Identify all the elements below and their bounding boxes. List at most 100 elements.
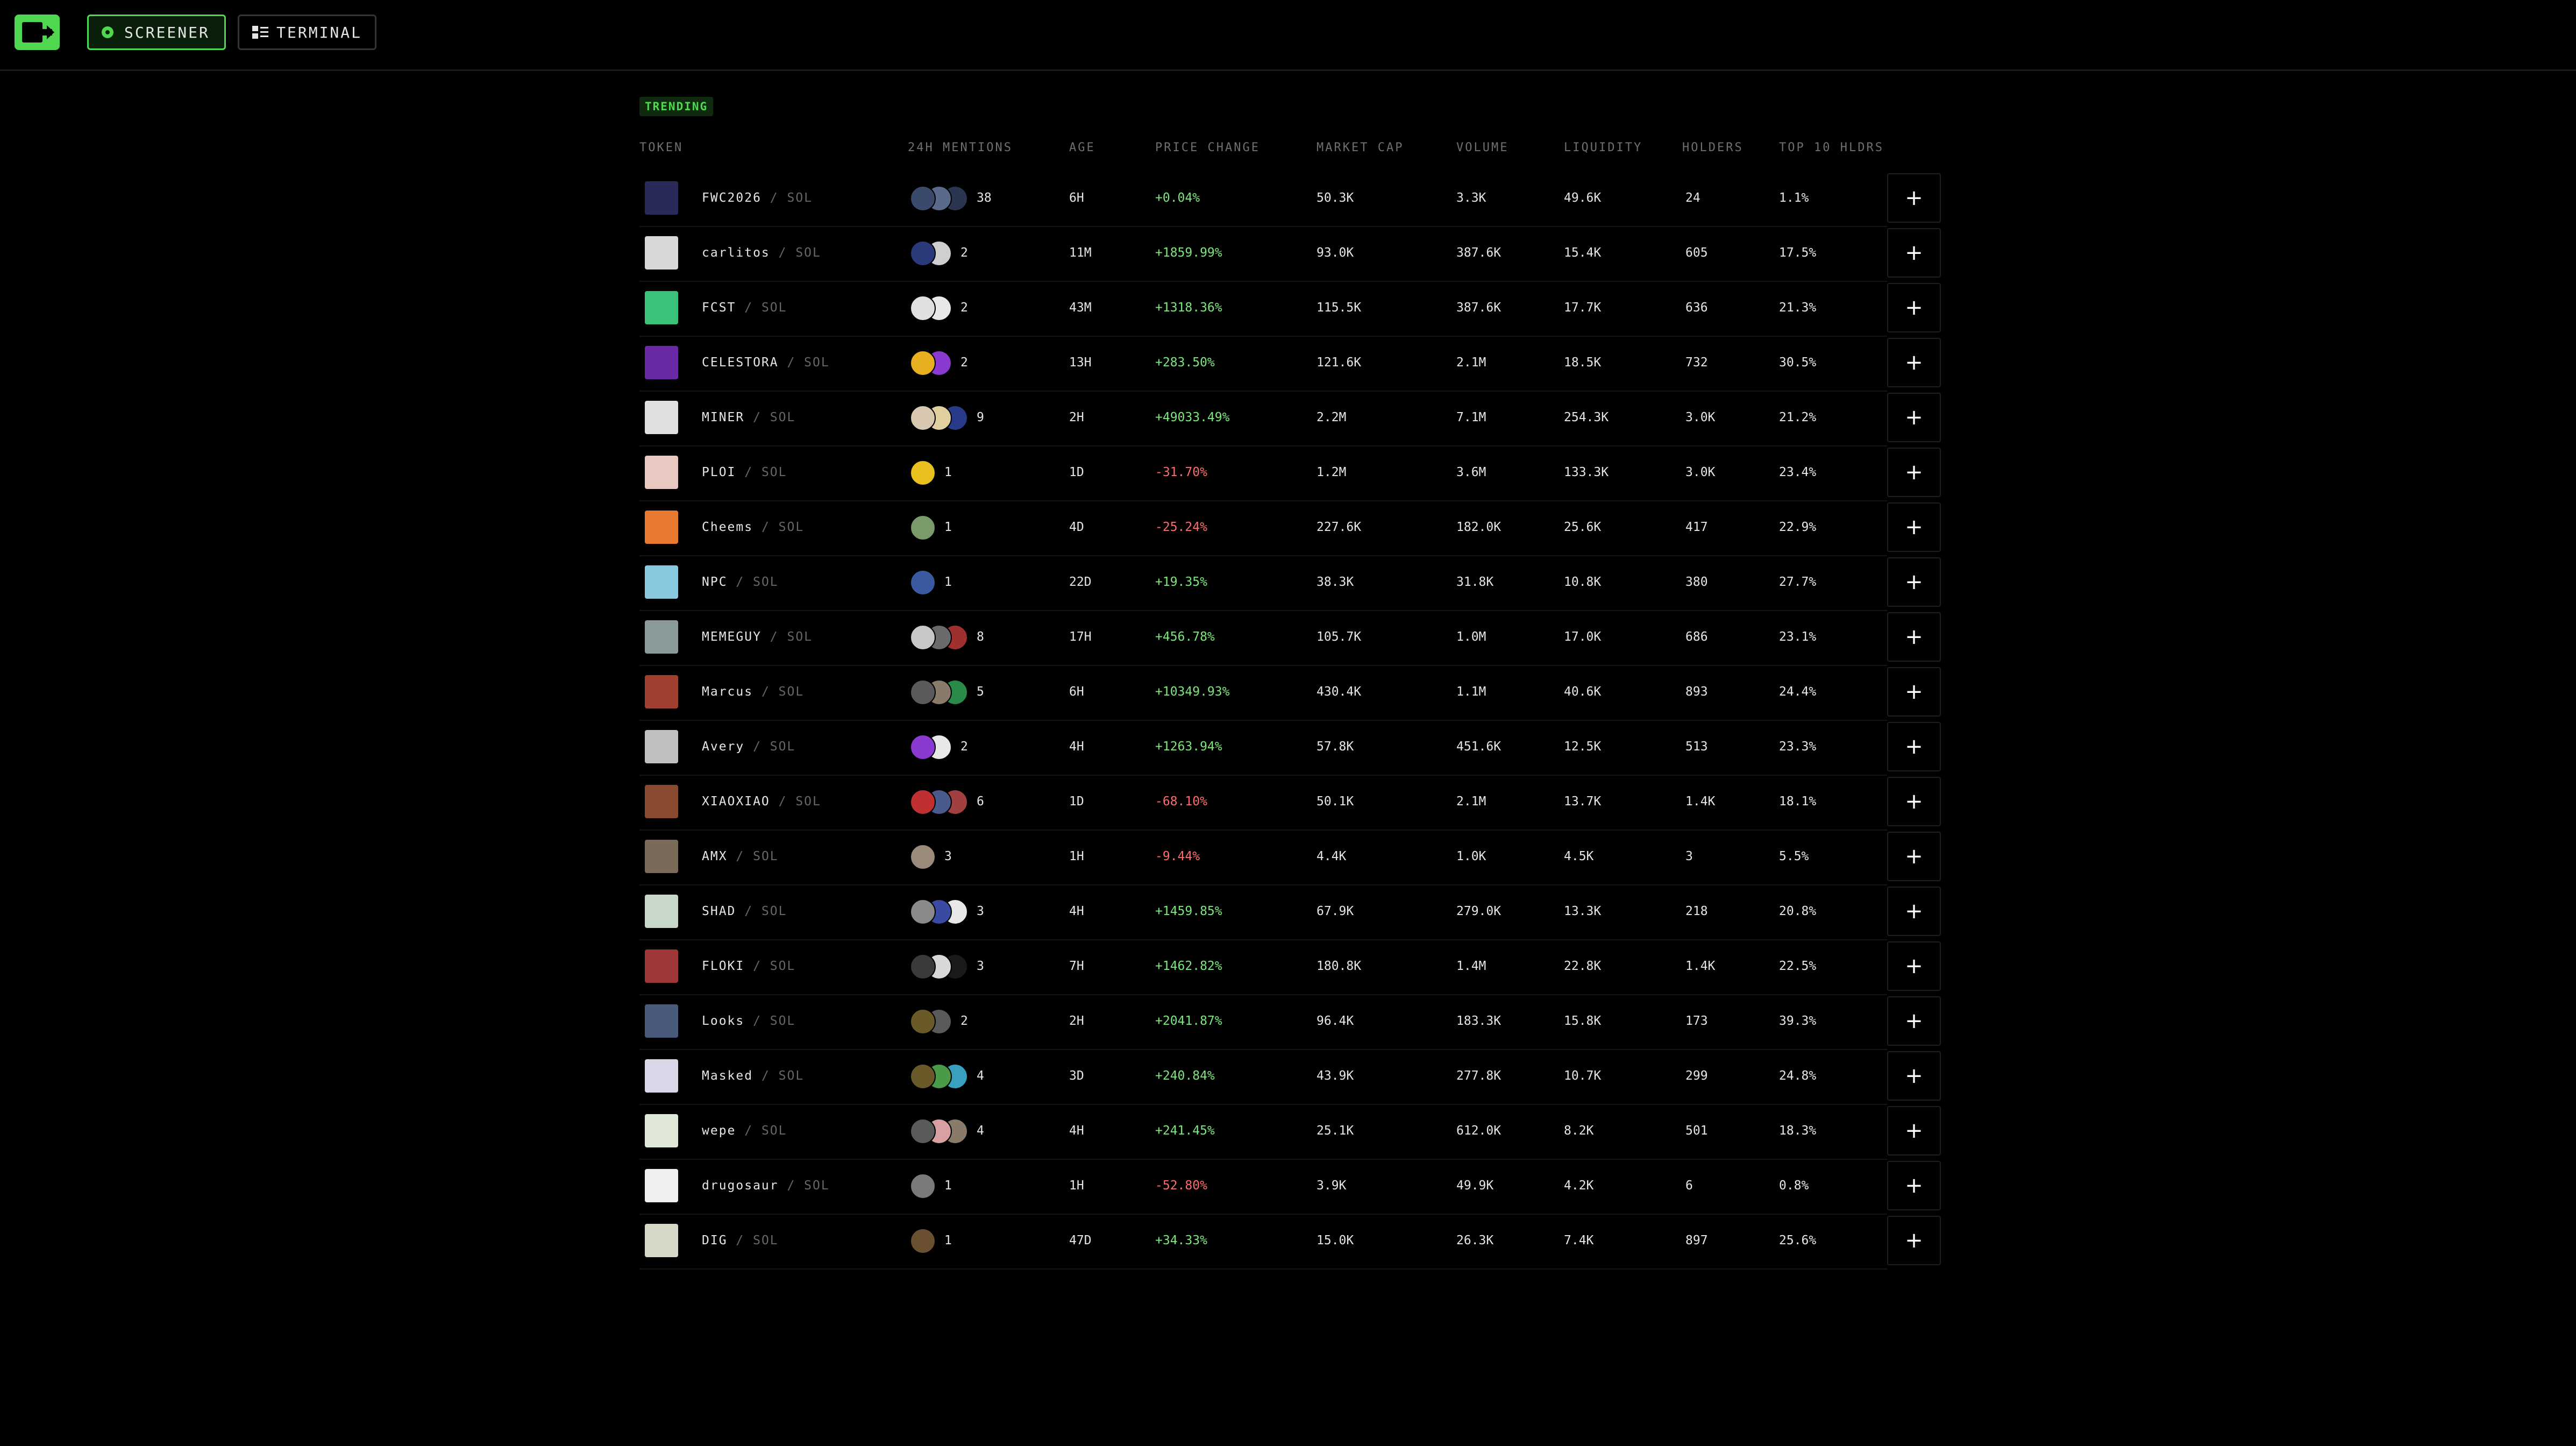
token-chain: SOL bbox=[753, 849, 779, 863]
mentions-count: 5 bbox=[977, 685, 984, 699]
token-name[interactable]: carlitos / SOL bbox=[702, 227, 821, 279]
add-button[interactable]: + bbox=[1887, 1216, 1941, 1265]
liquidity-cell: 17.7K bbox=[1564, 301, 1602, 315]
table-row[interactable]: AMX / SOL 3 1H -9.44% 4.4K 1.0K 4.5K 3 5.5% + bbox=[0, 831, 2576, 885]
add-button[interactable]: + bbox=[1887, 941, 1941, 991]
app-logo-icon[interactable] bbox=[15, 15, 60, 50]
table-row[interactable]: DIG / SOL 1 47D +34.33% 15.0K 26.3K 7.4K 897 25.… bbox=[0, 1215, 2576, 1270]
add-button[interactable]: + bbox=[1887, 612, 1941, 662]
table-row[interactable]: PLOI / SOL 1 1D -31.70% 1.2M 3.6M 133.3K 3.0K 23… bbox=[0, 446, 2576, 501]
table-row[interactable]: Looks / SOL 2 2H +2041.87% 96.4K 183.3K 15.8K 1… bbox=[0, 995, 2576, 1050]
avatar bbox=[910, 350, 936, 376]
volume-cell: 26.3K bbox=[1456, 1234, 1494, 1247]
table-row[interactable]: XIAOXIAO / SOL 6 1D -68.10% 50.1K 2.1M 13.7K 1.… bbox=[0, 776, 2576, 831]
volume-cell: 387.6K bbox=[1456, 246, 1502, 260]
avatar bbox=[910, 186, 936, 211]
token-name[interactable]: PLOI / SOL bbox=[702, 446, 787, 498]
add-button[interactable]: + bbox=[1887, 448, 1941, 497]
column-header-mentions[interactable]: 24H MENTIONS bbox=[908, 141, 1013, 154]
column-header-top10[interactable]: TOP 10 HLDRS bbox=[1779, 141, 1884, 154]
add-button[interactable]: + bbox=[1887, 1161, 1941, 1210]
token-name[interactable]: MINER / SOL bbox=[702, 392, 795, 443]
add-button[interactable]: + bbox=[1887, 996, 1941, 1046]
volume-cell: 2.1M bbox=[1456, 795, 1486, 809]
token-name[interactable]: XIAOXIAO / SOL bbox=[702, 776, 821, 827]
table-row[interactable]: wepe / SOL 4 4H +241.45% 25.1K 612.0K 8.2K 501 1… bbox=[0, 1105, 2576, 1160]
price-change-cell: +0.04% bbox=[1155, 191, 1200, 205]
table-row[interactable]: MINER / SOL 9 2H +49033.49% 2.2M 7.1M 254.3K 3.… bbox=[0, 392, 2576, 446]
token-chain: SOL bbox=[761, 904, 787, 918]
token-symbol: XIAOXIAO bbox=[702, 795, 770, 809]
add-button[interactable]: + bbox=[1887, 338, 1941, 387]
token-image bbox=[645, 675, 678, 708]
token-name[interactable]: Masked / SOL bbox=[702, 1050, 804, 1102]
add-button[interactable]: + bbox=[1887, 1051, 1941, 1101]
token-name[interactable]: SHAD / SOL bbox=[702, 885, 787, 937]
table-row[interactable]: CELESTORA / SOL 2 13H +283.50% 121.6K 2.1M 18.… bbox=[0, 337, 2576, 392]
add-button[interactable]: + bbox=[1887, 393, 1941, 442]
column-header-liquidity[interactable]: LIQUIDITY bbox=[1564, 141, 1642, 154]
token-name[interactable]: FLOKI / SOL bbox=[702, 940, 795, 992]
token-name[interactable]: FWC2026 / SOL bbox=[702, 172, 813, 224]
top10-cell: 1.1% bbox=[1779, 191, 1809, 205]
add-button[interactable]: + bbox=[1887, 722, 1941, 771]
avatar bbox=[910, 789, 936, 815]
add-button[interactable]: + bbox=[1887, 557, 1941, 607]
table-row[interactable]: drugosaur / SOL 1 1H -52.80% 3.9K 49.9K 4.2K 6 0… bbox=[0, 1160, 2576, 1215]
table-row[interactable]: NPC / SOL 1 22D +19.35% 38.3K 31.8K 10.8K 380 27… bbox=[0, 556, 2576, 611]
add-button[interactable]: + bbox=[1887, 777, 1941, 826]
table-row[interactable]: carlitos / SOL 2 11M +1859.99% 93.0K 387.6K 15… bbox=[0, 227, 2576, 282]
table-row[interactable]: FLOKI / SOL 3 7H +1462.82% 180.8K 1.4M 22.8K 1.… bbox=[0, 940, 2576, 995]
column-header-price-change[interactable]: PRICE CHANGE bbox=[1155, 141, 1260, 154]
add-button[interactable]: + bbox=[1887, 283, 1941, 332]
market-cap-cell: 38.3K bbox=[1317, 575, 1354, 589]
add-button[interactable]: + bbox=[1887, 1106, 1941, 1156]
holders-cell: 732 bbox=[1685, 356, 1708, 370]
table-row[interactable]: FCST / SOL 2 43M +1318.36% 115.5K 387.6K 17.7K… bbox=[0, 282, 2576, 337]
column-header-volume[interactable]: VOLUME bbox=[1456, 141, 1508, 154]
token-name[interactable]: Cheems / SOL bbox=[702, 501, 804, 553]
add-button[interactable]: + bbox=[1887, 173, 1941, 223]
token-name[interactable]: wepe / SOL bbox=[702, 1105, 787, 1157]
token-symbol: MINER bbox=[702, 410, 745, 424]
liquidity-cell: 12.5K bbox=[1564, 740, 1602, 754]
mentions-count: 8 bbox=[977, 630, 984, 644]
table-row[interactable]: SHAD / SOL 3 4H +1459.85% 67.9K 279.0K 13.3K 21… bbox=[0, 885, 2576, 940]
add-button[interactable]: + bbox=[1887, 502, 1941, 552]
table-row[interactable]: FWC2026 / SOL 38 6H +0.04% 50.3K 3.3K 49.6K 24 1… bbox=[0, 172, 2576, 227]
table-row[interactable]: Cheems / SOL 1 4D -25.24% 227.6K 182.0K 25.6K 4… bbox=[0, 501, 2576, 556]
column-header-holders[interactable]: HOLDERS bbox=[1682, 141, 1744, 154]
table-row[interactable]: Masked / SOL 4 3D +240.84% 43.9K 277.8K 10.7K 2… bbox=[0, 1050, 2576, 1105]
top10-cell: 23.1% bbox=[1779, 630, 1817, 644]
add-button[interactable]: + bbox=[1887, 667, 1941, 717]
token-chain: SOL bbox=[778, 1069, 805, 1083]
token-name[interactable]: FCST / SOL bbox=[702, 282, 787, 334]
token-image bbox=[645, 346, 678, 379]
token-name[interactable]: MEMEGUY / SOL bbox=[702, 611, 813, 663]
token-name[interactable]: Looks / SOL bbox=[702, 995, 795, 1047]
market-cap-cell: 180.8K bbox=[1317, 959, 1362, 973]
token-name[interactable]: DIG / SOL bbox=[702, 1215, 779, 1266]
column-header-token[interactable]: TOKEN bbox=[639, 141, 683, 154]
token-name[interactable]: CELESTORA / SOL bbox=[702, 337, 830, 388]
table-row[interactable]: Marcus / SOL 5 6H +10349.93% 430.4K 1.1M 40.6K… bbox=[0, 666, 2576, 721]
add-button[interactable]: + bbox=[1887, 887, 1941, 936]
token-name[interactable]: NPC / SOL bbox=[702, 556, 779, 608]
mentions-count: 1 bbox=[944, 465, 952, 479]
holders-cell: 3 bbox=[1685, 849, 1693, 863]
screener-tab[interactable]: SCREENER bbox=[87, 15, 226, 50]
token-name[interactable]: AMX / SOL bbox=[702, 831, 779, 882]
column-header-market-cap[interactable]: MARKET CAP bbox=[1317, 141, 1404, 154]
token-name[interactable]: Marcus / SOL bbox=[702, 666, 804, 718]
avatar bbox=[910, 570, 936, 596]
token-name[interactable]: Avery / SOL bbox=[702, 721, 795, 772]
token-name[interactable]: drugosaur / SOL bbox=[702, 1160, 830, 1211]
mentions-count: 1 bbox=[944, 1179, 952, 1193]
table-row[interactable]: MEMEGUY / SOL 8 17H +456.78% 105.7K 1.0M 17.0K… bbox=[0, 611, 2576, 666]
volume-cell: 1.4M bbox=[1456, 959, 1486, 973]
column-header-age[interactable]: AGE bbox=[1069, 141, 1095, 154]
add-button[interactable]: + bbox=[1887, 228, 1941, 278]
table-row[interactable]: Avery / SOL 2 4H +1263.94% 57.8K 451.6K 12.5K 5… bbox=[0, 721, 2576, 776]
terminal-tab[interactable]: TERMINAL bbox=[238, 15, 376, 50]
add-button[interactable]: + bbox=[1887, 832, 1941, 881]
